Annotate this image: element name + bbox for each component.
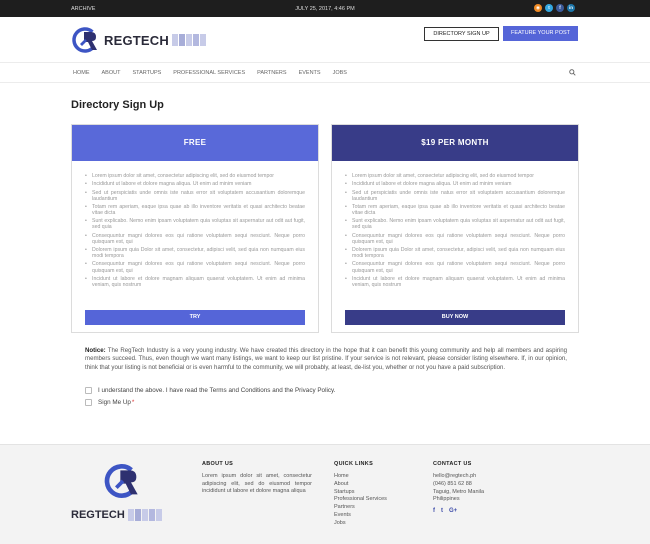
footer-contact: CONTACT US hello@regtech.ph (046) 851 62… bbox=[433, 461, 484, 514]
agree-checkbox[interactable] bbox=[85, 387, 92, 394]
twitter-icon[interactable]: t bbox=[441, 508, 443, 514]
nav-item-startups[interactable]: STARTUPS bbox=[132, 70, 161, 76]
list-item: Sunt explicabo. Nemo enim ipsam voluptat… bbox=[345, 218, 565, 230]
list-item: Consequuntur magni dolores eos qui ratio… bbox=[345, 261, 565, 273]
list-item: Lorem ipsum dolor sit amet, consectetur … bbox=[345, 173, 565, 179]
agree-checkbox-row[interactable]: I understand the above. I have read the … bbox=[85, 387, 335, 394]
footer-contact-title: CONTACT US bbox=[433, 461, 472, 467]
directory-signup-button[interactable]: DIRECTORY SIGN UP bbox=[424, 27, 499, 41]
site-logo[interactable]: REGTECH bbox=[71, 25, 206, 55]
list-item: Incididunt ut labore et dolore magna ali… bbox=[345, 181, 565, 187]
list-item: Dolorem ipsum quia Dolor sit amet, conse… bbox=[345, 247, 565, 259]
logo-pixel-mark bbox=[171, 34, 206, 46]
list-item: Incidunt ut labore et dolore magnam aliq… bbox=[345, 276, 565, 288]
plan-feature-list: Lorem ipsum dolor sit amet, consectetur … bbox=[72, 161, 318, 288]
signup-checkbox-row[interactable]: Sign Me Up * bbox=[85, 399, 134, 406]
footer-about-text: Lorem ipsum dolor sit amet, consectetur … bbox=[202, 473, 312, 495]
list-item: Sed ut perspiciatis unde omnis iste natu… bbox=[85, 190, 305, 202]
page-title: Directory Sign Up bbox=[71, 99, 164, 111]
nav-item-home[interactable]: HOME bbox=[73, 70, 90, 76]
footer-address-city: Taguig, Metro Manila bbox=[433, 488, 485, 495]
footer-logo-pixel-mark bbox=[127, 509, 162, 521]
buy-now-button[interactable]: BUY NOW bbox=[345, 310, 565, 325]
nav-item-jobs[interactable]: JOBS bbox=[333, 70, 347, 76]
signup-checkbox[interactable] bbox=[85, 399, 92, 406]
footer-link-jobs[interactable]: Jobs bbox=[334, 520, 387, 528]
signup-label: Sign Me Up bbox=[98, 399, 131, 406]
list-item: Sed ut perspiciatis unde omnis iste natu… bbox=[345, 190, 565, 202]
plan-card-free: FREE Lorem ipsum dolor sit amet, consect… bbox=[71, 124, 319, 333]
footer-about: ABOUT US Lorem ipsum dolor sit amet, con… bbox=[202, 461, 312, 496]
plan-card-paid: $19 PER MONTH Lorem ipsum dolor sit amet… bbox=[331, 124, 579, 333]
list-item: Lorem ipsum dolor sit amet, consectetur … bbox=[85, 173, 305, 179]
try-button[interactable]: TRY bbox=[85, 310, 305, 325]
site-header: REGTECH DIRECTORY SIGN UP FEATURE YOUR P… bbox=[0, 17, 650, 62]
linkedin-icon[interactable]: in bbox=[567, 4, 575, 12]
plan-title: FREE bbox=[72, 125, 318, 161]
footer-email[interactable]: hello@regtech.ph bbox=[433, 473, 484, 481]
feature-post-button[interactable]: FEATURE YOUR POST bbox=[503, 26, 578, 41]
nav-item-about[interactable]: ABOUT bbox=[102, 70, 121, 76]
nav-item-partners[interactable]: PARTNERS bbox=[257, 70, 286, 76]
plan-title: $19 PER MONTH bbox=[332, 125, 578, 161]
site-footer: REGTECH ABOUT US Lorem ipsum dolor sit a… bbox=[0, 444, 650, 544]
footer-link-about[interactable]: About bbox=[334, 481, 387, 489]
required-mark: * bbox=[131, 399, 135, 406]
agree-label: I understand the above. I have read the … bbox=[98, 387, 336, 394]
footer-link-professional-services[interactable]: Professional Services bbox=[334, 496, 387, 504]
list-item: Totam rem aperiam, eaque ipsa quae ab il… bbox=[345, 204, 565, 216]
list-item: Consequuntur magni dolores eos qui ratio… bbox=[85, 261, 305, 273]
notice-text: Notice: The RegTech Industry is a very y… bbox=[85, 347, 567, 372]
facebook-icon[interactable]: f bbox=[556, 4, 564, 12]
facebook-icon[interactable]: f bbox=[433, 508, 435, 514]
footer-logo-mark-icon bbox=[104, 464, 139, 498]
main-nav: HOME ABOUT STARTUPS PROFESSIONAL SERVICE… bbox=[0, 62, 650, 83]
plan-feature-list: Lorem ipsum dolor sit amet, consectetur … bbox=[332, 161, 578, 288]
notice-body: The RegTech Industry is a very young ind… bbox=[85, 347, 567, 371]
list-item: Incididunt ut labore et dolore magna ali… bbox=[85, 181, 305, 187]
rss-icon[interactable]: ◉ bbox=[534, 4, 542, 12]
footer-social-icons: f t G+ bbox=[433, 508, 484, 514]
twitter-icon[interactable]: t bbox=[545, 4, 553, 12]
notice-label: Notice: bbox=[85, 347, 106, 354]
logo-text: REGTECH bbox=[104, 32, 169, 48]
footer-link-events[interactable]: Events bbox=[334, 512, 387, 520]
logo-mark-icon bbox=[72, 27, 98, 53]
list-item: Consequuntur magni dolores eos qui ratio… bbox=[345, 233, 565, 245]
top-social-icons: ◉ t f in bbox=[534, 4, 575, 12]
footer-link-partners[interactable]: Partners bbox=[334, 504, 387, 512]
footer-about-title: ABOUT US bbox=[202, 461, 234, 467]
footer-phone: (046) 851 62 88 bbox=[433, 480, 472, 487]
footer-logo-text: REGTECH bbox=[71, 509, 125, 521]
list-item: Dolorem ipsum quia Dolor sit amet, conse… bbox=[85, 247, 305, 259]
footer-quick-links: QUICK LINKS Home About Startups Professi… bbox=[334, 461, 387, 528]
nav-item-events[interactable]: EVENTS bbox=[299, 70, 321, 76]
top-bar: ARCHIVE JULY 25, 2017, 4:46 PM ◉ t f in bbox=[0, 0, 650, 17]
list-item: Incidunt ut labore et dolore magnam aliq… bbox=[85, 276, 305, 288]
list-item: Totam rem aperiam, eaque ipsa quae ab il… bbox=[85, 204, 305, 216]
footer-link-startups[interactable]: Startups bbox=[334, 489, 387, 497]
list-item: Sunt explicabo. Nemo enim ipsam voluptat… bbox=[85, 218, 305, 230]
google-plus-icon[interactable]: G+ bbox=[449, 508, 457, 514]
footer-links-title: QUICK LINKS bbox=[334, 461, 374, 467]
search-icon[interactable] bbox=[569, 69, 576, 76]
footer-address-country: Philippines bbox=[433, 496, 460, 503]
list-item: Consequuntur magni dolores eos qui ratio… bbox=[85, 233, 305, 245]
nav-item-professional-services[interactable]: PROFESSIONAL SERVICES bbox=[173, 70, 245, 76]
footer-link-home[interactable]: Home bbox=[334, 473, 387, 481]
